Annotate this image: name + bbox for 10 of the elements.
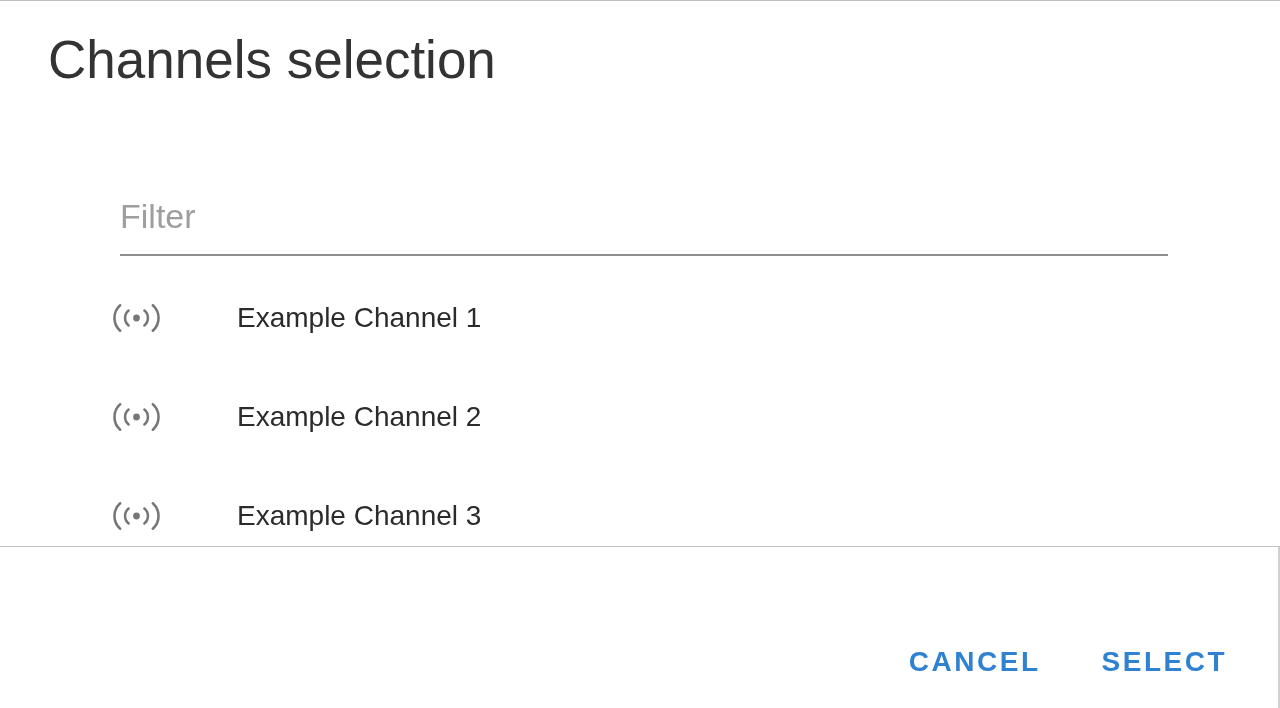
broadcast-icon: [113, 402, 160, 431]
broadcast-icon: [113, 501, 160, 530]
dialog-button[interactable]: SELECT: [1093, 638, 1235, 686]
channel-item[interactable]: Example Channel 1: [113, 300, 482, 335]
dialog-title: Channels selection: [48, 29, 496, 91]
broadcast-icon: [113, 303, 160, 332]
channel-item[interactable]: Example Channel 2: [113, 399, 482, 434]
channel-item[interactable]: Example Channel 3: [113, 498, 482, 533]
filter-field[interactable]: Filter: [120, 190, 1168, 256]
dialog-button[interactable]: CANCEL: [900, 638, 1049, 686]
